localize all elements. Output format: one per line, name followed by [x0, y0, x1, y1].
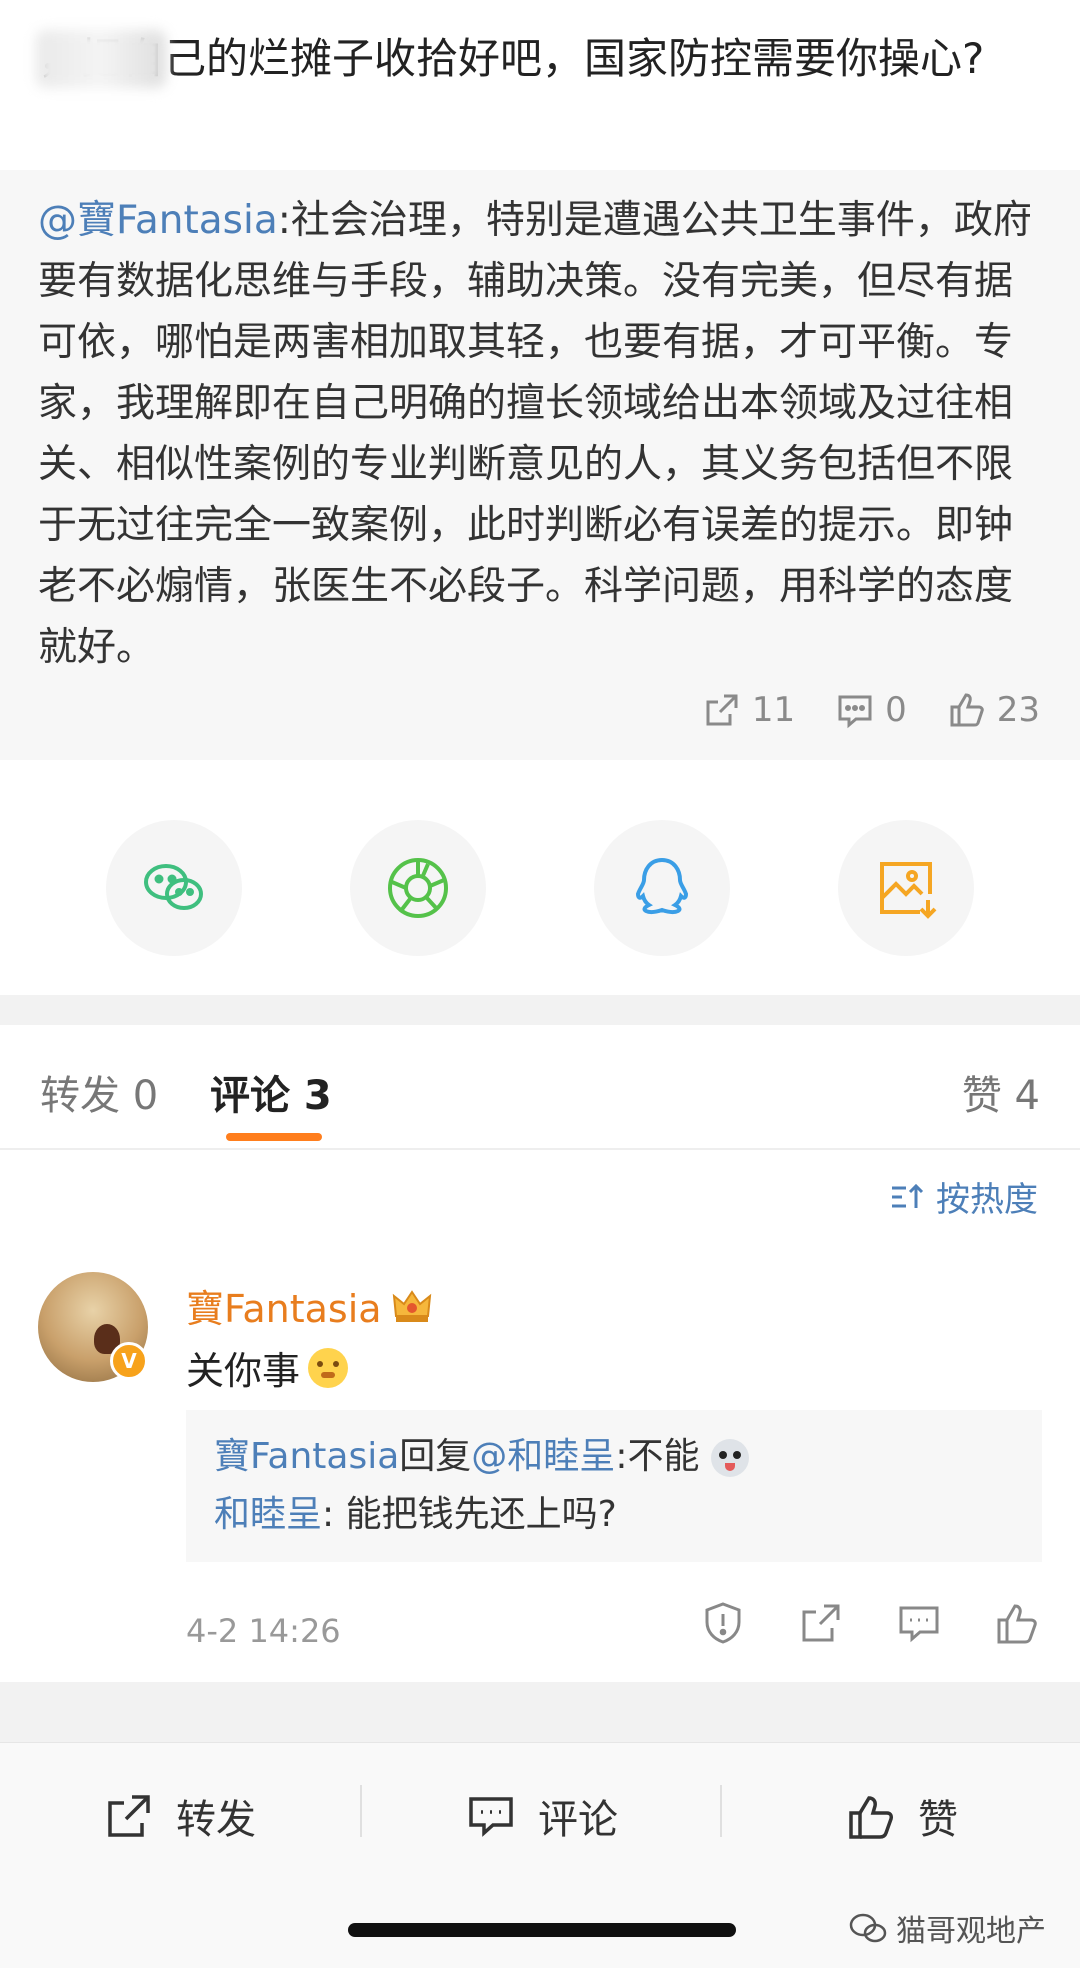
comment-author-name: 寶Fantasia [186, 1287, 382, 1331]
watermark: 猫哥观地产 [848, 1906, 1046, 1950]
sort-icon [892, 1183, 924, 1208]
comment-icon [838, 695, 872, 729]
repost-icon [108, 1795, 150, 1837]
shush-emoji-icon [308, 1347, 349, 1388]
share-icon[interactable] [798, 1600, 844, 1646]
quoted-repost-count: 11 [751, 690, 796, 730]
post-header: ，把自己的烂摊子收拾好吧，国家防控需要你操心? [0, 0, 1080, 170]
share-wechat-button[interactable] [106, 820, 242, 956]
post-text: ，把自己的烂摊子收拾好吧，国家防控需要你操心? [38, 34, 985, 83]
reply-2-text: : 能把钱先还上吗? [322, 1494, 617, 1535]
bottom-comment-button[interactable]: 评论 [466, 1787, 618, 1845]
comment-icon[interactable] [896, 1600, 942, 1646]
comment-text: 关你事 [186, 1349, 301, 1393]
redacted-username [36, 30, 166, 88]
bottom-repost-button[interactable]: 转发 [104, 1787, 256, 1845]
active-tab-indicator [226, 1133, 322, 1141]
reply-1-mid: 回复 [399, 1436, 472, 1477]
sort-label: 按热度 [936, 1180, 1038, 1220]
quoted-comment-count: 0 [885, 690, 907, 730]
crown-icon [392, 1289, 431, 1322]
bottom-action-bar: 转发 评论 赞 猫哥观地产 [0, 1742, 1080, 1968]
thumbs-up-icon [849, 1796, 893, 1839]
quoted-like-count: 23 [996, 690, 1040, 730]
wechat-icon [144, 864, 203, 910]
comment-author[interactable]: 寶Fantasia [186, 1278, 432, 1333]
comment-icon [469, 1797, 513, 1837]
verified-badge-icon: V [110, 1342, 148, 1380]
save-image-button[interactable] [838, 820, 974, 956]
comment-time: 4-2 14:26 [186, 1612, 341, 1650]
qq-icon [635, 857, 689, 915]
quoted-post[interactable]: @寶Fantasia:社会治理，特别是遭遇公共卫生事件，政府要有数据化思维与手段… [0, 170, 1080, 760]
share-qq-button[interactable] [594, 820, 730, 956]
comment-actions [700, 1600, 1040, 1646]
save-image-icon [880, 862, 937, 919]
share-moments-button[interactable] [350, 820, 486, 956]
quoted-comment-button[interactable]: 0 [835, 690, 907, 730]
report-icon[interactable] [700, 1600, 746, 1646]
bottom-repost-label: 转发 [176, 1797, 256, 1843]
watermark-text: 猫哥观地产 [896, 1914, 1046, 1949]
comments-section: 按热度 V 寶Fantasia 关你事 寶Fantasia回复@和睦呈:不能 和… [0, 1150, 1080, 1682]
bottom-divider [360, 1785, 362, 1837]
home-indicator [348, 1923, 736, 1937]
reply-line-2: 和睦呈: 能把钱先还上吗? [214, 1486, 1014, 1544]
bottom-like-label: 赞 [918, 1797, 958, 1843]
husky-emoji-icon [710, 1439, 749, 1477]
thumbs-up-icon [950, 693, 984, 727]
repost-icon [706, 694, 738, 726]
bottom-comment-label: 评论 [538, 1797, 618, 1843]
quoted-body: :社会治理，特别是遭遇公共卫生事件，政府要有数据化思维与手段，辅助决策。没有完美… [38, 198, 1032, 670]
quoted-text: @寶Fantasia:社会治理，特别是遭遇公共卫生事件，政府要有数据化思维与手段… [38, 190, 1038, 678]
reply-line-1: 寶Fantasia回复@和睦呈:不能 [214, 1428, 1014, 1486]
bottom-divider [720, 1785, 722, 1837]
reply-1-text: :不能 [615, 1436, 700, 1477]
quoted-repost-button[interactable]: 11 [702, 690, 795, 730]
bottom-like-button[interactable]: 赞 [846, 1787, 958, 1845]
wechat-icon [849, 1913, 887, 1943]
quoted-like-button[interactable]: 23 [947, 690, 1040, 730]
reply-1-target[interactable]: @和睦呈 [471, 1436, 615, 1477]
quoted-actions: 11 0 23 [702, 690, 1040, 730]
tab-comment[interactable]: 评论 3 [210, 1063, 332, 1121]
quoted-mention[interactable]: @寶Fantasia [38, 198, 278, 243]
detail-tabs: 转发 0 评论 3 赞 4 [0, 1025, 1080, 1150]
comment-body: 关你事 [186, 1340, 349, 1395]
reply-preview[interactable]: 寶Fantasia回复@和睦呈:不能 和睦呈: 能把钱先还上吗? [186, 1410, 1042, 1562]
reply-1-author[interactable]: 寶Fantasia [214, 1436, 399, 1477]
share-row [0, 760, 1080, 995]
moments-icon [388, 858, 448, 918]
reply-2-author[interactable]: 和睦呈 [214, 1494, 322, 1535]
thumbs-up-icon[interactable] [994, 1600, 1040, 1646]
tab-like[interactable]: 赞 4 [962, 1063, 1040, 1121]
tab-repost[interactable]: 转发 0 [40, 1063, 158, 1121]
sort-button[interactable]: 按热度 [890, 1172, 1038, 1221]
